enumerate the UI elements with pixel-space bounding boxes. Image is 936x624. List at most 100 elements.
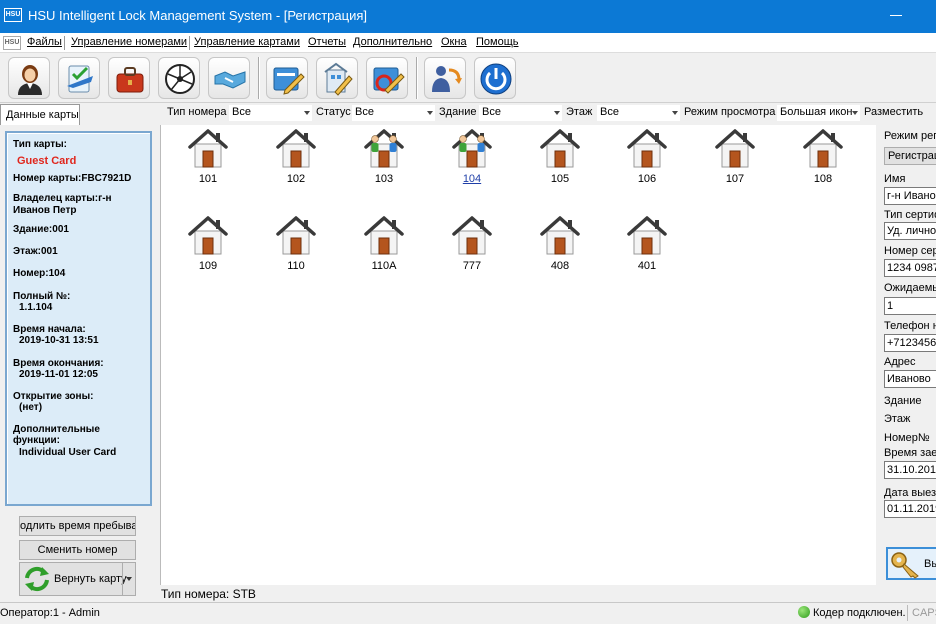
vacant-room-icon [803,129,843,168]
extend-stay-button[interactable]: одлить время пребыван [19,516,136,536]
building-label: Здание [439,106,477,118]
room-tile[interactable]: 107 [705,127,765,189]
card-type-value: Guest Card [17,155,77,167]
menu-reports[interactable]: Отчеты [308,36,346,48]
room-tile[interactable]: 401 [617,214,677,276]
window-title: HSU Intelligent Lock Management System -… [28,8,367,23]
room-tile[interactable]: 104 [442,127,502,189]
expected-label: Ожидаемы [884,282,936,294]
status-select[interactable]: Все [352,105,435,121]
address-field[interactable]: Иваново [884,370,936,388]
luggage-button[interactable] [108,57,150,99]
cert-type-field[interactable]: Уд. личнос [884,222,936,240]
mdi-app-icon[interactable]: HSU [3,36,21,50]
title-bar: HSU HSU Intelligent Lock Management Syst… [0,0,936,33]
room-tile[interactable]: 103 [354,127,414,189]
room-type-label: Тип номера [167,106,227,118]
return-card-button[interactable]: Вернуть карту [19,562,136,596]
card-zone-label: Открытие зоны: [13,391,94,402]
room-tile[interactable]: 110A [354,214,414,276]
room-type-value: Все [232,106,251,118]
menu-help[interactable]: Помощь [476,36,519,48]
menu-additional[interactable]: Дополнительно [353,36,432,48]
power-icon [480,63,512,95]
room-tile[interactable]: 108 [793,127,853,189]
checkin-time-field[interactable]: 31.10.2019 [884,461,936,479]
handshake-button[interactable] [208,57,250,99]
building-edit-button[interactable] [316,57,358,99]
issue-key-label: Вы [924,558,936,570]
cert-no-label: Номер серт [884,245,936,257]
registration-form: Режим регі Регистрац Имя г-н Иванов Тип … [876,125,936,602]
building-select[interactable]: Все [479,105,562,121]
phone-field[interactable]: +7123456 [884,334,936,352]
occupied-room-icon [452,129,492,168]
vacant-room-icon [627,129,667,168]
room-tile[interactable]: 101 [178,127,238,189]
name-field[interactable]: г-н Иванов [884,187,936,205]
edit-card-button[interactable] [266,57,308,99]
room-tile[interactable]: 102 [266,127,326,189]
floor-form-label: Этаж [884,413,911,425]
room-tile[interactable]: 408 [530,214,590,276]
card-end-label: Время окончания: [13,358,104,369]
room-tile[interactable]: 109 [178,214,238,276]
app-logo-icon: HSU [4,8,22,22]
vacant-room-icon [364,216,404,255]
menu-bar: HSU Файлы Управление номерами Управление… [0,33,936,53]
menu-windows[interactable]: Окна [441,36,467,48]
vacant-room-icon [627,216,667,255]
left-panel: Тип карты: Guest Card Номер карты:FBC792… [0,125,160,602]
status-label: Статус [316,106,351,118]
dial-button[interactable] [158,57,200,99]
room-number: 401 [637,260,657,272]
switch-user-button[interactable] [424,57,466,99]
menu-room-management[interactable]: Управление номерами [71,36,187,48]
expected-field[interactable]: 1 [884,297,936,315]
room-tile[interactable]: 777 [442,214,502,276]
room-grid: 101 102 103 104 105 106 107 108 109 110 110A 777 408… [160,125,876,585]
room-tile[interactable]: 106 [617,127,677,189]
view-mode-select[interactable]: Большая икон [777,105,860,121]
operator-status: Оператор:1 - Admin [0,607,100,619]
building-edit-icon [324,62,353,96]
card-start-label: Время начала: [13,324,86,335]
refresh-icon [25,566,49,592]
card-full-no-label: Полный №: [13,291,71,302]
user-button[interactable] [8,57,50,99]
floor-select[interactable]: Все [597,105,680,121]
card-floor: Этаж:001 [13,246,58,257]
card-info-panel: Тип карты: Guest Card Номер карты:FBC792… [5,131,152,506]
checkin-time-label: Время зае [884,447,936,459]
card-zone-value: (нет) [19,402,43,413]
card-extra-label-2: функции: [13,435,60,446]
power-button[interactable] [474,57,516,99]
return-card-label: Вернуть карту [54,573,127,585]
checkin-button[interactable] [58,57,100,99]
room-tile[interactable]: 105 [530,127,590,189]
card-refresh-button[interactable] [366,57,408,99]
checkout-date-field[interactable]: 01.11.2019 [884,500,936,518]
room-type-select[interactable]: Все [229,105,312,121]
room-tile[interactable]: 110 [266,214,326,276]
view-mode-value: Большая икон [780,106,853,118]
menu-card-management[interactable]: Управление картами [194,36,300,48]
tab-card-data[interactable]: Данные карты [0,104,80,126]
cert-no-field[interactable]: 1234 0987 [884,259,936,277]
change-room-button[interactable]: Сменить номер [19,540,136,560]
card-number: Номер карты:FBC7921D [13,173,132,184]
arrange-label[interactable]: Разместить [864,106,923,118]
room-form-label: Номер№ [884,432,930,444]
reg-mode-select[interactable]: Регистрац [884,147,936,165]
building-form-label: Здание [884,395,922,407]
toolbar-separator [416,57,418,99]
menu-files[interactable]: Файлы [27,36,62,48]
menu-separator [189,36,190,50]
chevron-down-icon [672,111,678,115]
status-led-icon [798,606,810,618]
room-number: 408 [550,260,570,272]
issue-key-button[interactable]: Вы [886,547,936,580]
return-card-dropdown[interactable] [122,563,135,595]
minimize-button[interactable] [890,15,902,16]
view-mode-label: Режим просмотра [684,106,776,118]
